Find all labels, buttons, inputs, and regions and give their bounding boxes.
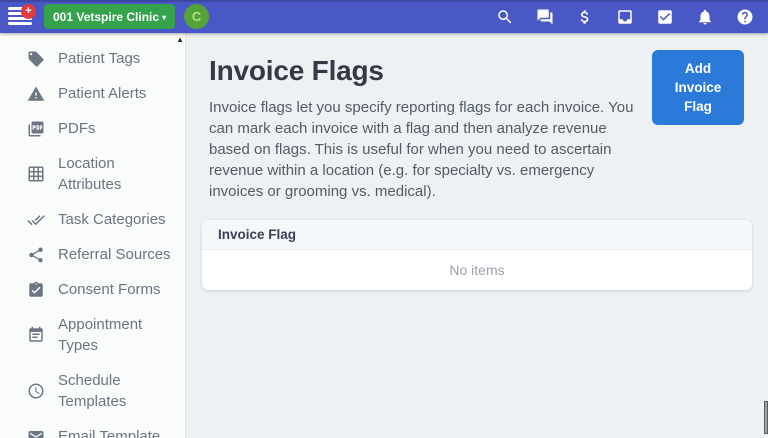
notifications-bell-icon[interactable] [696, 8, 714, 26]
double-check-icon [27, 211, 45, 229]
window-scrollbar-thumb[interactable] [764, 401, 768, 434]
sidebar-item-label: Consent Forms [58, 279, 161, 300]
grid-icon [27, 165, 45, 183]
sidebar-item-appointment-types[interactable]: Appointment Types [0, 307, 185, 363]
logo-medical-cross: + [21, 4, 36, 19]
page-title: Invoice Flags [209, 55, 640, 87]
sidebar-item-pdfs[interactable]: PDFs [0, 111, 185, 146]
share-icon [27, 246, 45, 264]
search-icon[interactable] [496, 8, 514, 26]
add-invoice-flag-button[interactable]: Add Invoice Flag [652, 50, 744, 125]
settings-sidebar: ▲ Patient Tags Patient Alerts PDFs Locat… [0, 33, 186, 438]
page-body: ▲ Patient Tags Patient Alerts PDFs Locat… [0, 33, 768, 438]
sidebar-item-location-attributes[interactable]: Location Attributes [0, 146, 185, 202]
scroll-up-arrow[interactable]: ▲ [176, 36, 184, 44]
page-header: Invoice Flags Invoice flags let you spec… [202, 49, 752, 202]
sidebar-item-label: Task Categories [58, 209, 166, 230]
sidebar-item-label: Patient Tags [58, 48, 140, 69]
sidebar-item-label: Patient Alerts [58, 83, 146, 104]
main-content: Invoice Flags Invoice flags let you spec… [186, 33, 768, 438]
invoice-flags-table: Invoice Flag No items [202, 220, 752, 290]
user-avatar[interactable]: C [184, 4, 209, 29]
sidebar-item-label: Schedule Templates [58, 370, 175, 412]
sidebar-item-task-categories[interactable]: Task Categories [0, 202, 185, 237]
sidebar-item-label: Referral Sources [58, 244, 171, 265]
clinic-selector-label: 001 Vetspire Clinic [53, 10, 159, 24]
clipboard-check-icon [27, 281, 45, 299]
clinic-selector-button[interactable]: 001 Vetspire Clinic ▾ [44, 4, 175, 29]
inbox-icon[interactable] [616, 8, 634, 26]
tasks-checkbox-icon[interactable] [656, 8, 674, 26]
page-description: Invoice flags let you specify reporting … [209, 97, 640, 202]
sidebar-item-label: Appointment Types [58, 314, 175, 356]
sidebar-item-label: PDFs [58, 118, 96, 139]
table-header-invoice-flag: Invoice Flag [202, 220, 752, 250]
chevron-down-icon: ▾ [162, 13, 166, 22]
table-empty-state: No items [202, 250, 752, 290]
sidebar-item-patient-tags[interactable]: Patient Tags [0, 41, 185, 76]
tag-icon [27, 50, 45, 68]
sidebar-item-consent-forms[interactable]: Consent Forms [0, 272, 185, 307]
top-navigation-bar: + 001 Vetspire Clinic ▾ C [0, 0, 768, 33]
sidebar-item-label: Email Template [58, 426, 160, 438]
sidebar-item-referral-sources[interactable]: Referral Sources [0, 237, 185, 272]
envelope-icon [27, 428, 45, 438]
help-icon[interactable] [736, 8, 754, 26]
warning-icon [27, 85, 45, 103]
vetspire-logo: + [8, 6, 35, 27]
sidebar-item-patient-alerts[interactable]: Patient Alerts [0, 76, 185, 111]
sidebar-item-schedule-templates[interactable]: Schedule Templates [0, 363, 185, 419]
clock-icon [27, 382, 45, 400]
billing-dollar-icon[interactable] [576, 8, 594, 26]
pdf-icon [27, 120, 45, 138]
logo-stripe [8, 22, 32, 25]
topbar-icon-group [496, 8, 754, 26]
sidebar-item-email-template[interactable]: Email Template [0, 419, 185, 438]
sidebar-item-label: Location Attributes [58, 153, 175, 195]
page-header-text: Invoice Flags Invoice flags let you spec… [209, 49, 640, 202]
calendar-icon [27, 326, 45, 344]
chat-icon[interactable] [536, 8, 554, 26]
